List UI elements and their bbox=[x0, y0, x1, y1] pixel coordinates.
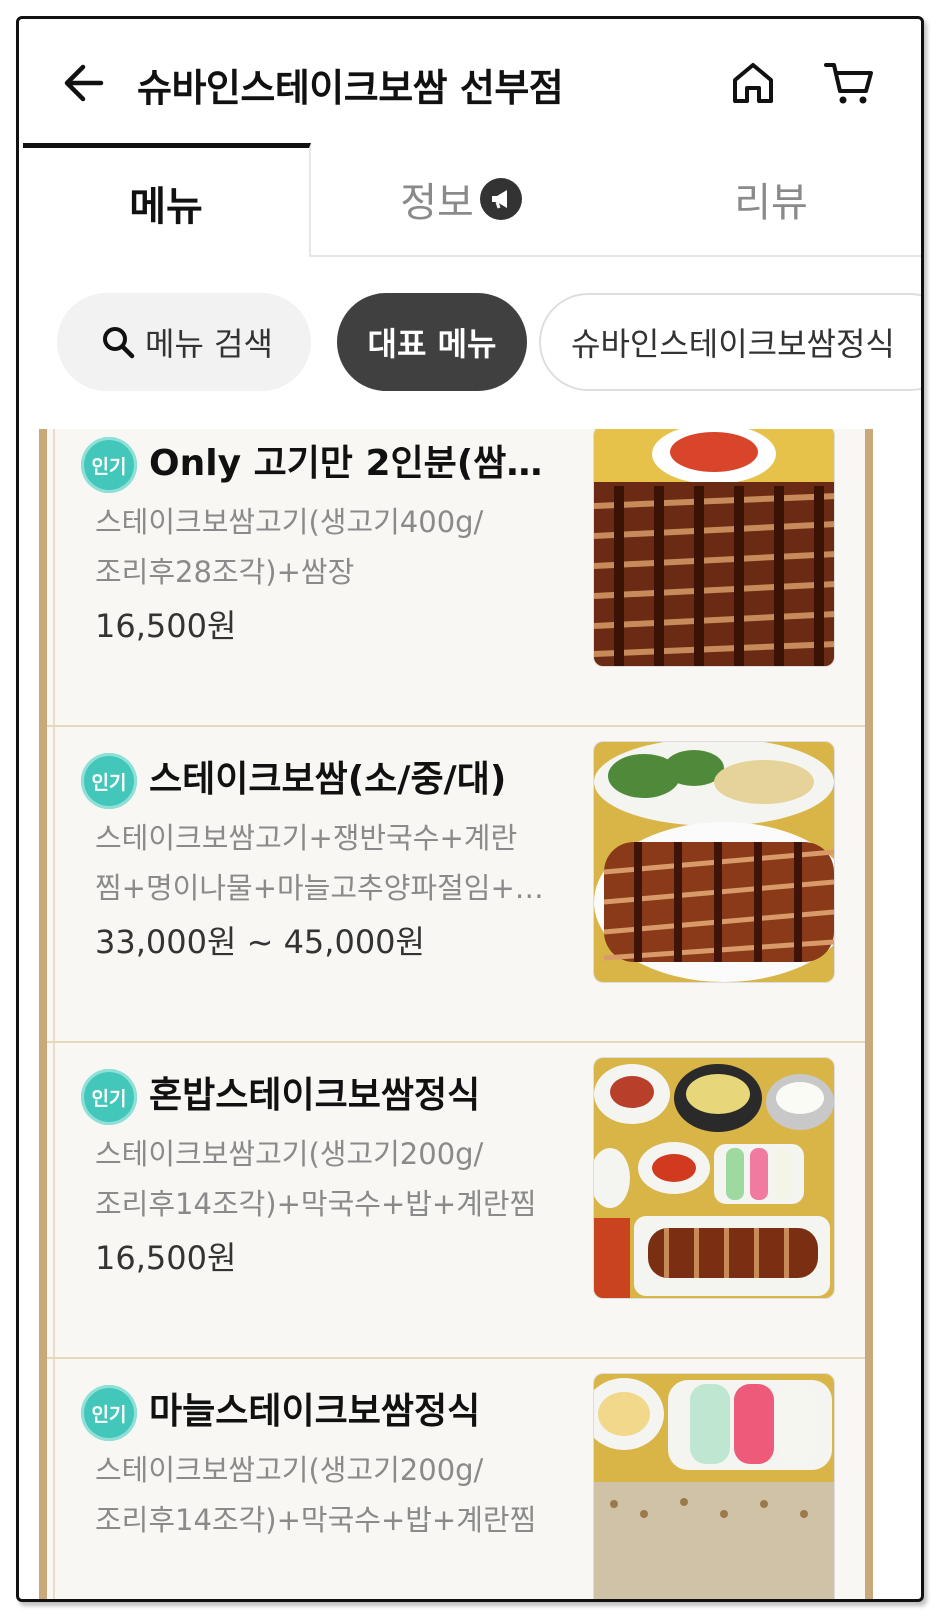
menu-item[interactable]: 인기 마늘스테이크보쌈정식 스테이크보쌈고기(생고기200g/ 조리후14조각)… bbox=[47, 1359, 865, 1599]
cart-icon bbox=[824, 63, 873, 104]
menu-item-description-line: 스테이크보쌈고기(생고기400g/ bbox=[95, 505, 484, 539]
menu-item-description: 스테이크보쌈고기(생고기400g/ 조리후28조각)+쌈장 bbox=[95, 497, 565, 597]
menu-item-price: 33,000원 ~ 45,000원 bbox=[95, 923, 425, 961]
category-chips: 메뉴 검색 대표 메뉴 슈바인스테이크보쌈정식 bbox=[19, 293, 921, 393]
tab-info[interactable]: 정보 bbox=[311, 143, 611, 257]
menu-item-name: 혼밥스테이크보쌈정식 bbox=[149, 1075, 481, 1116]
menu-search-label: 메뉴 검색 bbox=[145, 325, 273, 363]
tab-menu-label: 메뉴 bbox=[129, 183, 203, 230]
menu-item-name: 스테이크보쌈(소/중/대) bbox=[149, 759, 507, 800]
megaphone-icon bbox=[479, 178, 522, 220]
representative-menu-chip[interactable]: 대표 메뉴 bbox=[337, 293, 527, 391]
search-icon bbox=[101, 325, 135, 359]
menu-item-description-line: 스테이크보쌈고기(생고기200g/ bbox=[95, 1453, 484, 1487]
category-chip-label: 슈바인스테이크보쌈정식 bbox=[571, 325, 895, 363]
popular-badge: 인기 bbox=[81, 437, 137, 493]
tab-review-label: 리뷰 bbox=[734, 180, 808, 226]
menu-item-photo bbox=[593, 741, 835, 983]
tab-info-label: 정보 bbox=[400, 180, 474, 226]
representative-menu-label: 대표 메뉴 bbox=[367, 325, 497, 363]
popular-badge: 인기 bbox=[81, 1069, 137, 1125]
cart-button[interactable] bbox=[819, 55, 879, 111]
app-frame: 슈바인스테이크보쌈 선부점 메뉴 정보 리뷰 메뉴 검색 대표 메뉴 슈바인스테… bbox=[16, 16, 924, 1602]
menu-item-description-line: 스테이크보쌈고기(생고기200g/ bbox=[95, 1137, 484, 1171]
menu-item-price: 16,500원 bbox=[95, 607, 237, 645]
menu-item-description-line: 스테이크보쌈고기+쟁반국수+계란 bbox=[95, 821, 518, 855]
top-app-bar: 슈바인스테이크보쌈 선부점 bbox=[19, 19, 921, 149]
menu-item-photo bbox=[593, 429, 835, 667]
menu-item-description-line: 찜+명이나물+마늘고추양파절임+쌈채소 bbox=[95, 871, 565, 905]
menu-item-description-line: 조리후28조각)+쌈장 bbox=[95, 555, 355, 589]
menu-item[interactable]: 인기 Only 고기만 2인분(쌈장포함) 스테이크보쌈고기(생고기400g/ … bbox=[47, 429, 865, 727]
tab-bar: 메뉴 정보 리뷰 bbox=[19, 143, 921, 257]
home-button[interactable] bbox=[725, 55, 781, 111]
menu-item-photo bbox=[593, 1373, 835, 1599]
tab-review[interactable]: 리뷰 bbox=[611, 143, 921, 257]
menu-item[interactable]: 인기 혼밥스테이크보쌈정식 스테이크보쌈고기(생고기200g/ 조리후14조각)… bbox=[47, 1043, 865, 1359]
menu-item-photo bbox=[593, 1057, 835, 1299]
menu-item-description: 스테이크보쌈고기(생고기200g/ 조리후14조각)+막국수+밥+계란찜 bbox=[95, 1445, 565, 1545]
home-icon bbox=[733, 63, 773, 103]
menu-item-name: Only 고기만 2인분(쌈장포함) bbox=[149, 443, 569, 484]
menu-item-description: 스테이크보쌈고기+쟁반국수+계란 찜+명이나물+마늘고추양파절임+쌈채소 bbox=[95, 813, 565, 913]
menu-item-description-line: 조리후14조각)+막국수+밥+계란찜 bbox=[95, 1503, 537, 1537]
store-title: 슈바인스테이크보쌈 선부점 bbox=[137, 66, 564, 110]
menu-item-name: 마늘스테이크보쌈정식 bbox=[149, 1391, 481, 1432]
category-chip-set-meal[interactable]: 슈바인스테이크보쌈정식 bbox=[539, 293, 921, 391]
menu-item-price: 16,500원 bbox=[95, 1239, 237, 1277]
back-button[interactable] bbox=[55, 55, 111, 111]
menu-search-chip[interactable]: 메뉴 검색 bbox=[57, 293, 311, 391]
menu-list: 인기 Only 고기만 2인분(쌈장포함) 스테이크보쌈고기(생고기400g/ … bbox=[39, 429, 873, 1599]
menu-item-description-line: 조리후14조각)+막국수+밥+계란찜 bbox=[95, 1187, 537, 1221]
tab-menu[interactable]: 메뉴 bbox=[23, 143, 311, 257]
arrow-left-icon bbox=[64, 64, 104, 102]
menu-item[interactable]: 인기 스테이크보쌈(소/중/대) 스테이크보쌈고기+쟁반국수+계란 찜+명이나물… bbox=[47, 727, 865, 1043]
menu-item-description: 스테이크보쌈고기(생고기200g/ 조리후14조각)+막국수+밥+계란찜 bbox=[95, 1129, 565, 1229]
popular-badge: 인기 bbox=[81, 753, 137, 809]
popular-badge: 인기 bbox=[81, 1385, 137, 1441]
